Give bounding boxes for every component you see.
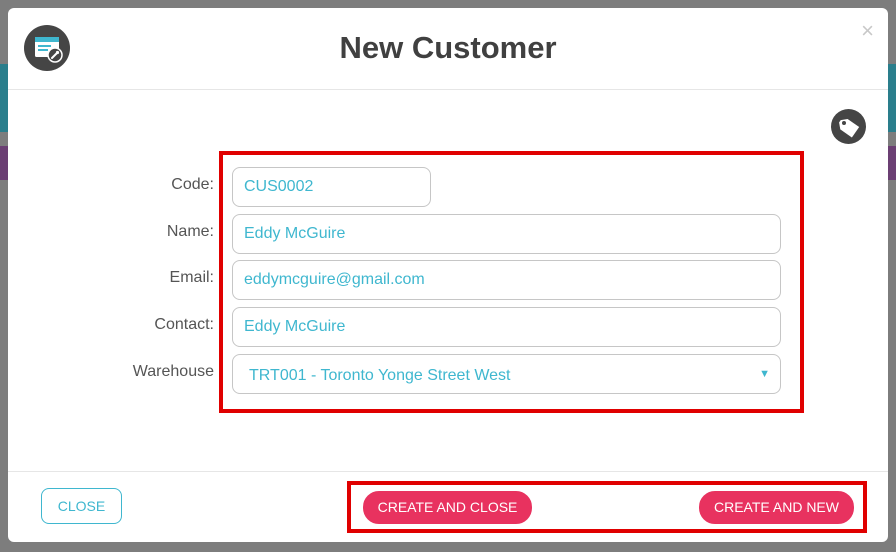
name-label: Name: — [166, 223, 214, 240]
contact-label: Contact: — [154, 316, 214, 333]
warehouse-row: Warehouse TRT001 - Toronto Yonge Street … — [8, 354, 888, 396]
warehouse-label: Warehouse — [132, 363, 214, 380]
create-and-close-button[interactable]: CREATE AND CLOSE — [363, 491, 532, 524]
email-label: Email: — [169, 269, 214, 286]
email-row: Email: eddymcguire@gmail.com — [8, 260, 888, 302]
name-field[interactable]: Eddy McGuire — [232, 214, 781, 254]
warehouse-selected-value: TRT001 - Toronto Yonge Street West — [249, 367, 511, 384]
create-and-new-button[interactable]: CREATE AND NEW — [699, 491, 854, 524]
tag-icon[interactable] — [831, 109, 866, 144]
close-button[interactable]: CLOSE — [41, 488, 122, 524]
name-row: Name: Eddy McGuire — [8, 214, 888, 256]
close-icon[interactable]: × — [861, 18, 874, 44]
chevron-down-icon: ▼ — [759, 368, 770, 380]
contact-row: Contact: Eddy McGuire — [8, 307, 888, 349]
warehouse-select[interactable]: TRT001 - Toronto Yonge Street West ▼ — [232, 354, 781, 394]
email-field[interactable]: eddymcguire@gmail.com — [232, 260, 781, 300]
code-label: Code: — [171, 176, 214, 193]
new-customer-dialog: New Customer × Code: CUS0002 Name: Eddy … — [8, 8, 888, 542]
dialog-header: New Customer × — [8, 8, 888, 90]
code-row: Code: CUS0002 — [8, 167, 888, 209]
dialog-title: New Customer — [339, 30, 557, 65]
code-field[interactable]: CUS0002 — [232, 167, 431, 207]
contact-field[interactable]: Eddy McGuire — [232, 307, 781, 347]
